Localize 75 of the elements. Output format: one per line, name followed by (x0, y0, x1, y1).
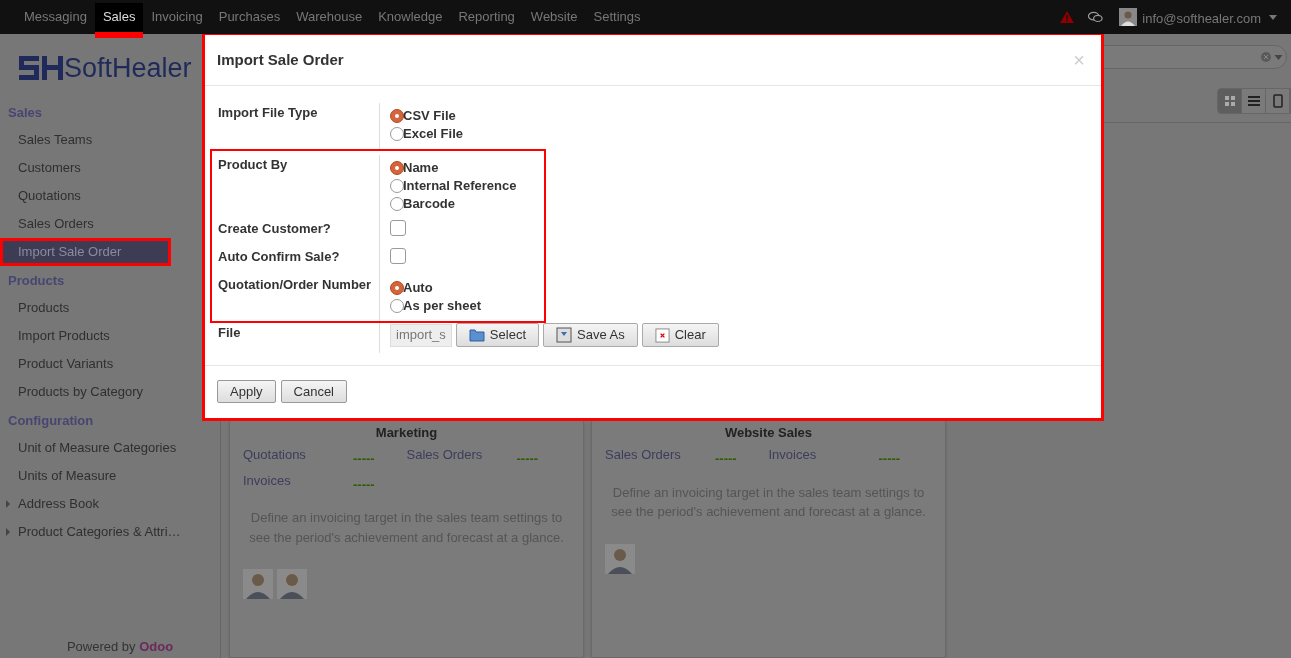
logo-mark (19, 56, 63, 80)
field-label: Product By (218, 156, 289, 174)
caret-icon[interactable] (1274, 54, 1283, 60)
powered-by-text: Powered by (66, 638, 137, 654)
checkbox[interactable] (390, 248, 406, 264)
field-label: Quotation/Order Number (218, 276, 373, 294)
field-label: Auto Confirm Sale? (218, 248, 341, 266)
save-icon (556, 327, 572, 343)
sidebar-item[interactable]: Units of Measure (0, 462, 220, 490)
radio-label: Name (403, 159, 439, 178)
radio-label: Barcode (403, 195, 456, 214)
radio-button[interactable] (390, 127, 404, 141)
card-title[interactable]: Marketing (243, 423, 570, 445)
card-title[interactable]: Website Sales (605, 423, 932, 445)
caret-icon[interactable] (1269, 15, 1277, 20)
menu-tab[interactable]: Knowledge (370, 3, 451, 38)
file-button[interactable]: Save As (543, 323, 638, 347)
radio-button[interactable] (390, 179, 404, 193)
radio-label: Excel File (403, 125, 463, 144)
list-icon (1247, 96, 1260, 106)
radio-button[interactable] (390, 109, 404, 123)
view-button[interactable] (1218, 89, 1242, 113)
sidebar-item[interactable]: Unit of Measure Categories (0, 434, 220, 462)
folder-icon (468, 328, 485, 342)
menu-tab[interactable]: Settings (585, 3, 649, 38)
file-button[interactable]: Clear (641, 323, 719, 347)
radio-button[interactable] (390, 161, 404, 175)
field-label: Create Customer? (218, 220, 332, 238)
file-button[interactable]: Select (455, 323, 539, 347)
menu-tab[interactable]: Invoicing (143, 3, 211, 38)
menu-tab[interactable]: Messaging (16, 3, 95, 38)
grid-icon (1224, 96, 1235, 106)
menu-tab[interactable]: Reporting (450, 3, 523, 38)
field-label: Import File Type (218, 104, 319, 122)
menu-tab[interactable]: Purchases (210, 3, 289, 38)
dialog-title: Import Sale Order (217, 49, 344, 70)
radio-label: Internal Reference (403, 177, 517, 196)
stat-link[interactable]: Invoices (768, 445, 879, 465)
file-name-field[interactable]: import_s (390, 323, 452, 347)
clear-icon[interactable] (1261, 52, 1271, 62)
radio-button[interactable] (390, 299, 404, 313)
expand-arrow-icon[interactable] (6, 528, 10, 536)
stat-value: ----- (715, 450, 737, 468)
form-icon (1272, 94, 1283, 108)
stat-value: ----- (516, 450, 539, 468)
warning-icon[interactable] (1060, 11, 1075, 23)
menu-tab[interactable]: Sales (94, 3, 144, 38)
stat-link[interactable]: Sales Orders (406, 445, 517, 465)
close-icon[interactable]: × (1073, 45, 1085, 75)
stat-value: ----- (353, 450, 375, 468)
radio-button[interactable] (390, 197, 404, 211)
odoo-link[interactable]: Odoo (139, 638, 174, 654)
sidebar-item[interactable]: Address Book (0, 490, 220, 518)
menu-tab[interactable]: Warehouse (288, 3, 371, 38)
stat-value: ----- (353, 475, 375, 494)
sidebar-item[interactable]: Import Sale Order (0, 238, 171, 266)
chat-icon[interactable] (1088, 11, 1104, 23)
stat-link[interactable]: Invoices (243, 470, 353, 490)
checkbox[interactable] (390, 220, 406, 236)
radio-label: CSV File (403, 107, 456, 126)
user-email[interactable]: info@softhealer.com (1142, 9, 1261, 29)
radio-label: As per sheet (403, 297, 482, 316)
stat-link[interactable]: Quotations (243, 445, 353, 465)
expand-arrow-icon[interactable] (6, 500, 10, 508)
radio-button[interactable] (390, 281, 404, 295)
logo-text: SoftHealer (64, 54, 192, 82)
clear-icon (654, 327, 670, 343)
menu-tab[interactable]: Website (522, 3, 586, 38)
dialog-button[interactable]: Apply (217, 380, 276, 403)
radio-label: Auto (403, 279, 433, 298)
sidebar-item[interactable]: Product Categories & Attri… (0, 518, 220, 546)
dialog-button[interactable]: Cancel (280, 380, 347, 403)
stat-value: ----- (878, 450, 901, 468)
field-label: File (218, 324, 242, 342)
stat-link[interactable]: Sales Orders (605, 445, 715, 465)
